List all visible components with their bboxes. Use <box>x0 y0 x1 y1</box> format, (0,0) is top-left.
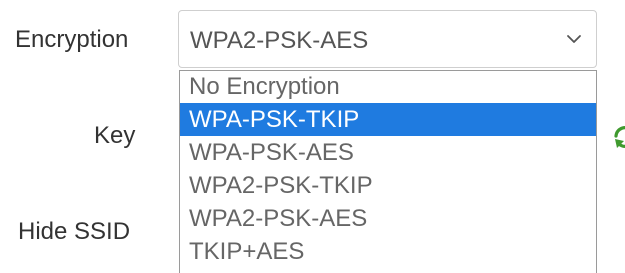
dropdown-option-no-encryption[interactable]: No Encryption <box>180 71 596 103</box>
dropdown-option-wpa2-psk-aes[interactable]: WPA2-PSK-AES <box>180 202 596 235</box>
encryption-label: Encryption <box>15 26 129 53</box>
encryption-select[interactable]: WPA2-PSK-AES <box>178 10 597 68</box>
key-label: Key <box>94 122 136 149</box>
encryption-select-value: WPA2-PSK-AES <box>190 27 369 54</box>
dropdown-option-tkip-aes[interactable]: TKIP+AES <box>180 235 596 268</box>
hide-ssid-label: Hide SSID <box>18 218 131 245</box>
dropdown-option-wpa-psk-tkip[interactable]: WPA-PSK-TKIP <box>180 103 596 136</box>
dropdown-option-wpa-psk-aes[interactable]: WPA-PSK-AES <box>180 136 596 169</box>
encryption-dropdown-list: No Encryption WPA-PSK-TKIP WPA-PSK-AES W… <box>179 70 597 273</box>
refresh-icon[interactable] <box>612 124 625 150</box>
dropdown-option-wpa2-psk-tkip[interactable]: WPA2-PSK-TKIP <box>180 169 596 202</box>
chevron-down-icon <box>567 35 581 43</box>
